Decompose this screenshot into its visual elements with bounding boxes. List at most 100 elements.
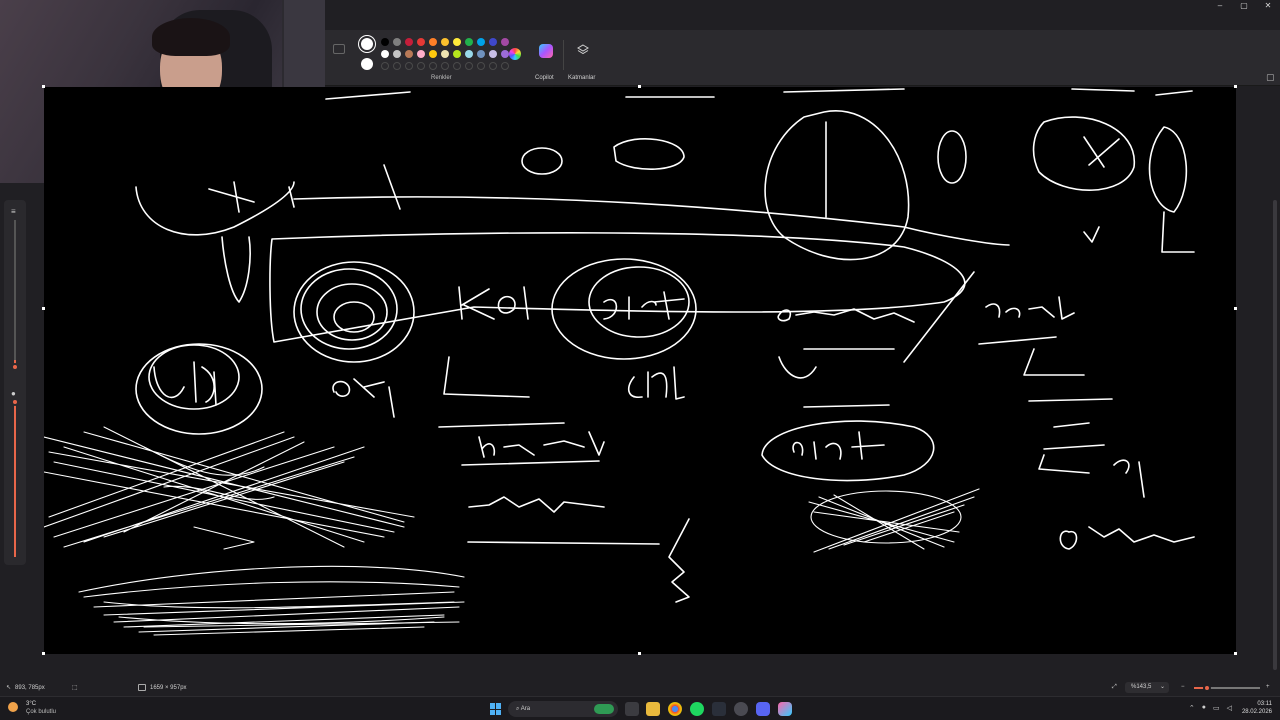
selection-size: ⬚ <box>72 684 78 691</box>
color-swatch[interactable] <box>405 50 413 58</box>
webcam-person-hair <box>152 18 230 56</box>
color-swatch[interactable] <box>501 50 509 58</box>
color-swatch[interactable] <box>453 50 461 58</box>
layers-icon[interactable] <box>577 44 589 56</box>
scrollbar-thumb[interactable] <box>1273 200 1277 670</box>
stroke-scribble-x-right <box>808 488 980 553</box>
stroke-right-lines <box>1043 422 1105 450</box>
ribbon-collapse-icon[interactable]: ▢ <box>1266 72 1275 82</box>
color-swatch[interactable] <box>417 50 425 58</box>
paint-app-window: – ▢ ✕ Renkler Copilot Katmanlar ▢ ≡ ● ↖ … <box>0 0 1280 720</box>
color-swatch[interactable] <box>477 50 485 58</box>
drawing-canvas[interactable] <box>42 85 1237 655</box>
stroke-word-bacak2 <box>478 431 605 458</box>
zoom-slider-knob[interactable] <box>1203 684 1211 692</box>
paint-app-icon[interactable] <box>778 702 792 716</box>
stroke-word-kas <box>1038 454 1145 498</box>
zoom-out-icon[interactable]: − <box>1181 684 1185 690</box>
empty-color-slot[interactable] <box>465 62 473 70</box>
search-placeholder: Ara <box>520 706 531 712</box>
canvas-resize-handle[interactable] <box>42 85 45 88</box>
spotify-icon[interactable] <box>690 702 704 716</box>
color-swatch[interactable] <box>501 38 509 46</box>
stroke-right-l2 <box>1023 348 1085 376</box>
color-swatch[interactable] <box>489 50 497 58</box>
settings-icon[interactable] <box>734 702 748 716</box>
chevron-down-icon: ⌄ <box>1159 684 1165 690</box>
vertical-scrollbar[interactable] <box>1272 200 1278 670</box>
color-swatch[interactable] <box>441 50 449 58</box>
stroke-scribble-band <box>78 565 465 636</box>
task-view-icon[interactable] <box>625 702 639 716</box>
zoom-level-dropdown[interactable]: %143,5 ⌄ <box>1125 682 1169 693</box>
color-swatch[interactable] <box>381 50 389 58</box>
stroke-left-slash <box>383 164 401 210</box>
stroke-u-shape <box>778 356 817 379</box>
color-swatch[interactable] <box>465 38 473 46</box>
canvas-resize-handle[interactable] <box>1234 85 1237 88</box>
stroke-long-band <box>269 232 966 343</box>
crop-icon[interactable] <box>333 44 345 54</box>
color-swatch[interactable] <box>405 38 413 46</box>
color-swatch[interactable] <box>429 38 437 46</box>
copilot-icon[interactable] <box>539 44 553 58</box>
close-button[interactable]: ✕ <box>1256 0 1280 12</box>
canvas-resize-handle[interactable] <box>638 652 641 655</box>
canvas-size-icon <box>138 684 146 691</box>
empty-color-slot[interactable] <box>405 62 413 70</box>
zoom-slider[interactable] <box>1194 684 1260 692</box>
brush-size-slider[interactable] <box>14 220 16 370</box>
secondary-color-swatch[interactable] <box>361 58 373 70</box>
clock[interactable]: 03:11 28.02.2026 <box>1242 700 1272 716</box>
volume-icon[interactable]: ◁ <box>1227 704 1232 712</box>
primary-color-swatch[interactable] <box>361 38 373 50</box>
canvas-resize-handle[interactable] <box>1234 307 1237 310</box>
weather-icon <box>8 702 18 712</box>
maximize-button[interactable]: ▢ <box>1232 0 1256 12</box>
steam-icon[interactable] <box>712 702 726 716</box>
canvas-resize-handle[interactable] <box>42 307 45 310</box>
empty-color-slot[interactable] <box>501 62 509 70</box>
color-swatch[interactable] <box>393 38 401 46</box>
stroke-word-sirt <box>603 291 685 320</box>
zoom-in-icon[interactable]: + <box>1266 684 1270 690</box>
brush-size-knob[interactable] <box>11 363 19 371</box>
color-swatch[interactable] <box>381 38 389 46</box>
empty-color-slot[interactable] <box>453 62 461 70</box>
fit-to-window-icon[interactable]: ⤢ <box>1112 684 1117 691</box>
canvas-resize-handle[interactable] <box>42 652 45 655</box>
minimize-button[interactable]: – <box>1208 0 1232 12</box>
ribbon-toolbar: Renkler Copilot Katmanlar ▢ <box>325 30 1280 86</box>
color-swatch[interactable] <box>441 38 449 46</box>
color-swatch[interactable] <box>453 38 461 46</box>
color-wheel-icon[interactable] <box>509 48 521 60</box>
stroke-right-u <box>1083 226 1100 243</box>
empty-color-slot[interactable] <box>393 62 401 70</box>
canvas-resize-handle[interactable] <box>638 85 641 88</box>
discord-icon[interactable] <box>756 702 770 716</box>
stroke-right-oval-mark <box>1083 136 1120 168</box>
color-swatch[interactable] <box>417 38 425 46</box>
empty-color-slot[interactable] <box>429 62 437 70</box>
mic-icon[interactable]: ● <box>1202 704 1206 712</box>
color-swatch[interactable] <box>477 38 485 46</box>
opacity-knob[interactable] <box>11 398 19 406</box>
empty-color-slot[interactable] <box>477 62 485 70</box>
color-swatch[interactable] <box>465 50 473 58</box>
empty-color-slot[interactable] <box>381 62 389 70</box>
color-swatch[interactable] <box>393 50 401 58</box>
color-swatch[interactable] <box>489 38 497 46</box>
network-icon[interactable]: ▭ <box>1213 704 1220 712</box>
color-swatch[interactable] <box>429 50 437 58</box>
tray-chevron-icon[interactable]: ⌃ <box>1189 704 1195 712</box>
empty-color-slot[interactable] <box>441 62 449 70</box>
windows-start-icon[interactable] <box>490 703 502 715</box>
stroke-long-band-top <box>293 196 1010 246</box>
file-explorer-icon[interactable] <box>646 702 660 716</box>
empty-color-slot[interactable] <box>489 62 497 70</box>
taskbar-search[interactable]: ⌕ Ara <box>508 701 618 717</box>
chrome-icon[interactable] <box>668 702 682 716</box>
canvas-resize-handle[interactable] <box>1234 652 1237 655</box>
stroke-right-l <box>1161 211 1195 253</box>
empty-color-slot[interactable] <box>417 62 425 70</box>
